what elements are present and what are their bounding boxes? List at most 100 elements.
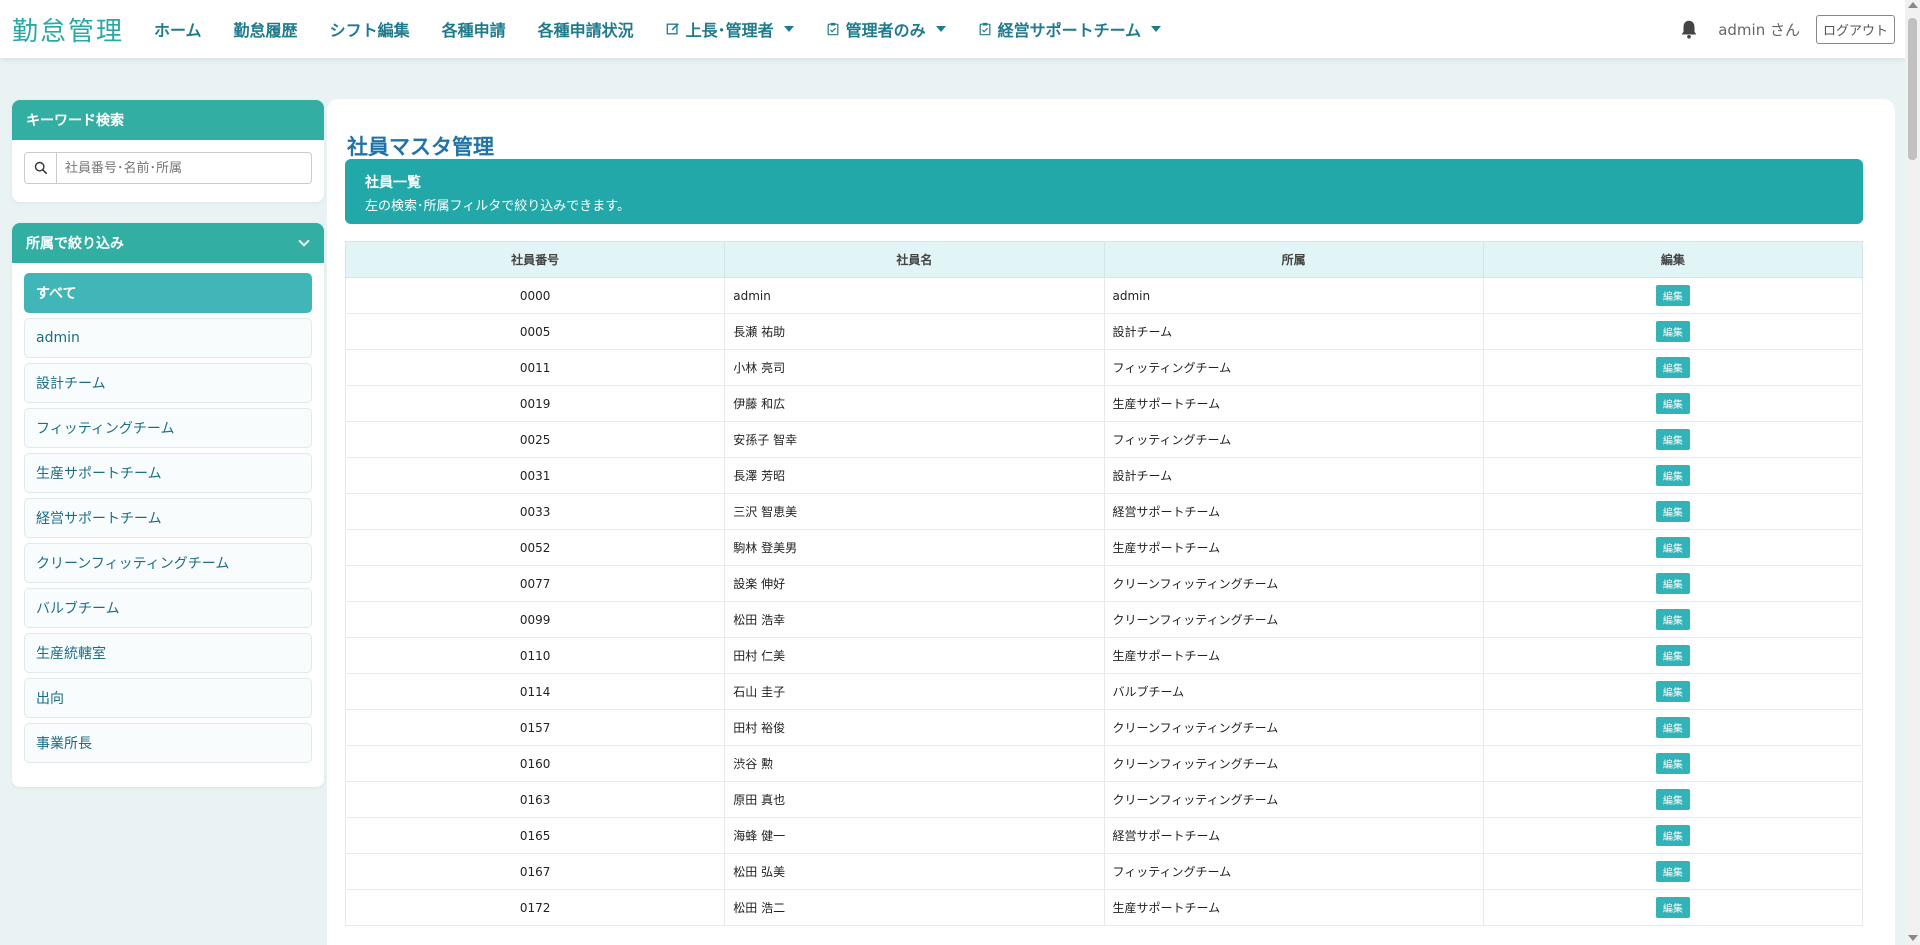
cell-edit: 編集 — [1482, 313, 1864, 350]
department-item[interactable]: 経営サポートチーム — [24, 498, 312, 538]
department-item[interactable]: クリーンフィッティングチーム — [24, 543, 312, 583]
banner-subtitle: 左の検索･所属フィルタで絞り込みできます。 — [365, 199, 630, 214]
table-row: 0019 伊藤 和広 生産サポートチーム 編集 — [344, 385, 1864, 422]
nav-requests[interactable]: 各種申請 — [442, 17, 506, 41]
cell-edit: 編集 — [1482, 709, 1864, 746]
table-row: 0163 原田 真也 クリーンフィッティングチーム 編集 — [344, 781, 1864, 818]
department-item[interactable]: admin — [24, 318, 312, 358]
main-content: 社員マスタ管理 社員一覧 左の検索･所属フィルタで絞り込みできます。 社員番号 … — [327, 99, 1895, 945]
edit-button[interactable]: 編集 — [1655, 465, 1690, 486]
department-item[interactable]: フィッティングチーム — [24, 408, 312, 448]
cell-employee-name: 渋谷 勲 — [724, 745, 1105, 782]
cell-employee-name: 長澤 芳昭 — [724, 457, 1105, 494]
cell-employee-id: 0165 — [344, 817, 726, 854]
table-row: 0099 松田 浩幸 クリーンフィッティングチーム 編集 — [344, 601, 1864, 638]
table-row: 0110 田村 仁美 生産サポートチーム 編集 — [344, 637, 1864, 674]
edit-button[interactable]: 編集 — [1655, 429, 1690, 450]
nav-home[interactable]: ホーム — [154, 17, 202, 41]
department-filter-header[interactable]: 所属で絞り込み — [12, 223, 324, 263]
department-item[interactable]: 事業所長 — [24, 723, 312, 763]
nav-attendance-history[interactable]: 勤怠履歴 — [234, 17, 298, 41]
edit-button[interactable]: 編集 — [1655, 609, 1690, 630]
table-row: 0160 渋谷 勲クリーンフィッティングチーム 編集 — [344, 745, 1864, 782]
user-name: admin さん — [1718, 20, 1800, 39]
cell-employee-id: 0163 — [344, 781, 726, 818]
nav-shift-edit[interactable]: シフト編集 — [330, 17, 410, 41]
department-item[interactable]: 設計チーム — [24, 363, 312, 403]
cell-employee-id: 0160 — [344, 745, 726, 782]
cell-employee-name: admin — [724, 277, 1105, 314]
edit-button[interactable]: 編集 — [1655, 357, 1690, 378]
banner-title: 社員一覧 — [365, 175, 421, 191]
search-input[interactable] — [57, 154, 297, 182]
cell-employee-id: 0025 — [344, 421, 726, 458]
department-item[interactable]: バルブチーム — [24, 588, 312, 628]
cell-department: 設計チーム — [1103, 313, 1484, 350]
nav-management-support-dropdown[interactable]: 経営サポートチーム — [978, 17, 1162, 41]
table-row: 0157 田村 裕俊 クリーンフィッティングチーム 編集 — [344, 709, 1864, 746]
edit-button[interactable]: 編集 — [1655, 897, 1690, 918]
chevron-down-icon[interactable] — [298, 235, 310, 247]
cell-edit: 編集 — [1482, 889, 1864, 926]
scroll-down-arrow-icon[interactable] — [1908, 935, 1918, 941]
edit-button[interactable]: 編集 — [1655, 753, 1690, 774]
cell-employee-name: 小林 亮司 — [724, 349, 1105, 386]
bell-icon[interactable] — [1678, 18, 1700, 40]
edit-button[interactable]: 編集 — [1655, 537, 1690, 558]
table-row: 0025 安孫子 智幸 フィッティングチーム 編集 — [344, 421, 1864, 458]
edit-button[interactable]: 編集 — [1655, 501, 1690, 522]
keyword-search-title: キーワード検索 — [12, 100, 324, 140]
page-scrollbar[interactable] — [1905, 0, 1920, 945]
department-item[interactable]: 生産サポートチーム — [24, 453, 312, 493]
cell-employee-id: 0157 — [344, 709, 726, 746]
nav-label: シフト編集 — [329, 21, 410, 40]
clipboard-icon — [979, 22, 991, 36]
cell-department: フィッティングチーム — [1103, 421, 1484, 458]
employee-table-wrapper: 社員番号 社員名 所属 編集 0000 admin admin 編集 0005 長瀬 祐助… — [344, 241, 1864, 926]
logout-button[interactable]: ログアウト — [1815, 14, 1895, 44]
cell-edit: 編集 — [1482, 745, 1864, 782]
brand-logo[interactable]: 勤怠管理 — [12, 11, 124, 48]
nav-manager-dropdown[interactable]: 上長･管理者 — [666, 17, 794, 41]
edit-button[interactable]: 編集 — [1655, 861, 1690, 882]
cell-employee-id: 0052 — [344, 529, 726, 566]
department-item[interactable]: 生産統轄室 — [24, 633, 312, 673]
column-header-employee-id[interactable]: 社員番号 — [344, 241, 726, 278]
edit-button[interactable]: 編集 — [1655, 825, 1690, 846]
cell-employee-name: 長瀬 祐助 — [724, 313, 1105, 350]
edit-button[interactable]: 編集 — [1655, 645, 1690, 666]
scroll-up-arrow-icon[interactable] — [1908, 2, 1918, 8]
cell-employee-id: 0031 — [344, 457, 726, 494]
edit-button[interactable]: 編集 — [1655, 717, 1690, 738]
cell-employee-id: 0077 — [344, 565, 726, 602]
nav-request-status[interactable]: 各種申請状況 — [538, 17, 634, 41]
cell-department: 生産サポートチーム — [1103, 529, 1484, 566]
edit-button[interactable]: 編集 — [1655, 321, 1690, 342]
column-header-employee-name[interactable]: 社員名 — [724, 241, 1105, 278]
nav-admin-only-dropdown[interactable]: 管理者のみ — [826, 17, 946, 41]
department-item[interactable]: すべて — [24, 273, 312, 313]
edit-button[interactable]: 編集 — [1655, 285, 1690, 306]
nav-label: 上長･管理者 — [685, 21, 774, 40]
chevron-down-icon — [935, 26, 946, 32]
cell-edit: 編集 — [1482, 637, 1864, 674]
cell-employee-name: 設楽 伸好 — [724, 565, 1105, 602]
cell-employee-id: 0114 — [344, 673, 726, 710]
edit-button[interactable]: 編集 — [1655, 573, 1690, 594]
edit-button[interactable]: 編集 — [1655, 681, 1690, 702]
column-header-department[interactable]: 所属 — [1103, 241, 1484, 278]
edit-button[interactable]: 編集 — [1655, 393, 1690, 414]
scroll-thumb[interactable] — [1908, 18, 1917, 160]
cell-employee-id: 0172 — [344, 889, 726, 926]
cell-employee-name: 伊藤 和広 — [724, 385, 1105, 422]
cell-employee-id: 0033 — [344, 493, 726, 530]
cell-employee-name: 松田 弘美 — [724, 853, 1105, 890]
cell-edit: 編集 — [1482, 781, 1864, 818]
table-row: 0033 三沢 智恵美 経営サポートチーム 編集 — [344, 493, 1864, 530]
department-item[interactable]: 出向 — [24, 678, 312, 718]
edit-button[interactable]: 編集 — [1655, 789, 1690, 810]
table-row: 0000 admin admin 編集 — [344, 277, 1864, 314]
table-row: 0005 長瀬 祐助 設計チーム 編集 — [344, 313, 1864, 350]
cell-edit: 編集 — [1482, 349, 1864, 386]
nav-label: 経営サポートチーム — [997, 21, 1142, 40]
